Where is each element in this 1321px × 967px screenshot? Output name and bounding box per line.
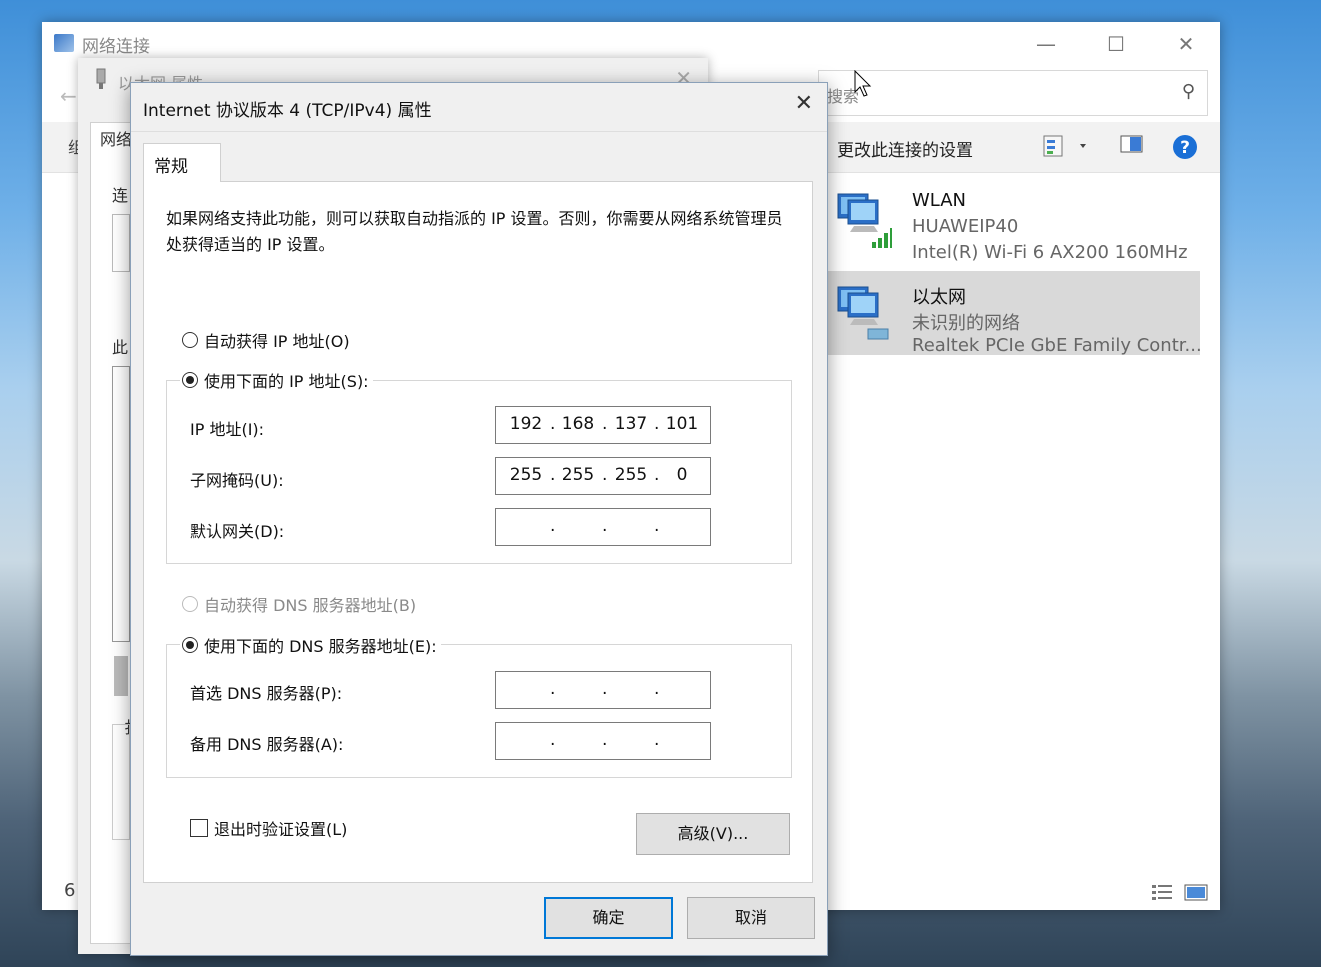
cancel-button[interactable]: 取消 [687, 897, 815, 939]
title-divider [131, 131, 827, 132]
minimize-icon[interactable]: — [1026, 30, 1066, 58]
items-label-fragment: 此 [112, 338, 129, 357]
dns-manual-radio[interactable]: 使用下面的 DNS 服务器地址(E): [180, 633, 441, 657]
checkbox-box [190, 819, 208, 837]
ok-button[interactable]: 确定 [544, 897, 673, 939]
advanced-button[interactable]: 高级(V)... [636, 813, 790, 855]
connection-adapter: Intel(R) Wi-Fi 6 AX200 160MHz [912, 242, 1188, 263]
dns-auto-radio[interactable]: 自动获得 DNS 服务器地址(B) [182, 592, 416, 616]
ip-address-input[interactable]: 192 . 168 . 137 . 101 [495, 406, 711, 444]
ip-auto-radio[interactable]: 自动获得 IP 地址(O) [182, 328, 350, 352]
large-icons-view-icon[interactable] [1184, 882, 1208, 902]
connection-network: HUAWEIP40 [912, 216, 1019, 237]
radio-label: 使用下面的 DNS 服务器地址(E): [204, 637, 437, 656]
alternate-dns-label: 备用 DNS 服务器(A): [190, 735, 344, 754]
radio-dot [182, 596, 198, 612]
validate-on-exit-checkbox[interactable]: 退出时验证设置(L) [190, 816, 347, 840]
radio-dot-selected [182, 637, 198, 653]
subnet-octet-1: 255 [509, 465, 543, 485]
subnet-octet-4: 0 [676, 465, 688, 485]
back-arrow-icon[interactable]: ← [60, 84, 77, 108]
preferred-dns-label: 首选 DNS 服务器(P): [190, 684, 343, 703]
items-list[interactable] [112, 366, 130, 642]
svg-text:?: ? [1180, 138, 1190, 158]
item-count-fragment: 6 [64, 880, 76, 901]
connect-using-fragment: 连 [112, 186, 129, 205]
subnet-octet-3: 255 [614, 465, 648, 485]
radio-label: 自动获得 DNS 服务器地址(B) [204, 596, 417, 615]
view-options-icon[interactable] [1042, 134, 1090, 160]
tab-network-fragment[interactable]: 网络 [100, 126, 132, 150]
radio-label: 使用下面的 IP 地址(S): [204, 372, 369, 391]
help-icon[interactable]: ? [1172, 134, 1198, 160]
radio-label: 自动获得 IP 地址(O) [204, 332, 350, 351]
ip-octet-4: 101 [665, 414, 699, 434]
alternate-dns-input[interactable]: ... [495, 722, 711, 760]
search-icon: ⚲ [1181, 81, 1195, 102]
checkbox-label: 退出时验证设置(L) [214, 820, 348, 839]
connection-network: 未识别的网络 [912, 313, 1020, 334]
default-gateway-label: 默认网关(D): [190, 522, 285, 541]
description-box [112, 724, 130, 840]
dialog-title: Internet 协议版本 4 (TCP/IPv4) 属性 [143, 101, 432, 121]
preview-pane-icon[interactable] [1120, 134, 1144, 156]
tab-general[interactable]: 常规 [143, 143, 221, 182]
ethernet-network-icon [837, 286, 889, 340]
radio-dot-selected [182, 372, 198, 388]
subnet-octet-2: 255 [561, 465, 595, 485]
subnet-mask-input[interactable]: 255 . 255 . 255 . 0 [495, 457, 711, 495]
details-view-icon[interactable] [1150, 882, 1174, 902]
default-gateway-input[interactable]: ... [495, 508, 711, 546]
change-settings-button[interactable]: 更改此连接的设置 [837, 136, 973, 161]
wireless-network-icon [837, 193, 892, 248]
install-button-fragment[interactable] [114, 656, 128, 696]
close-icon[interactable]: ✕ [795, 91, 813, 116]
radio-dot [182, 332, 198, 348]
maximize-icon[interactable]: ☐ [1096, 30, 1136, 58]
search-input[interactable]: 搜索 ⚲ [818, 70, 1208, 116]
ip-manual-radio[interactable]: 使用下面的 IP 地址(S): [180, 368, 373, 392]
ethernet-adapter-icon [96, 68, 106, 89]
general-panel: 如果网络支持此功能，则可以获取自动指派的 IP 设置。否则，你需要从网络系统管理… [143, 181, 813, 883]
preferred-dns-input[interactable]: ... [495, 671, 711, 709]
close-icon[interactable]: ✕ [1166, 30, 1206, 58]
connection-name: WLAN [912, 190, 967, 211]
tab-label: 常规 [154, 157, 188, 177]
subnet-mask-label: 子网掩码(U): [190, 471, 284, 490]
connection-wlan[interactable]: WLAN HUAWEIP40 Intel(R) Wi-Fi 6 AX200 16… [828, 178, 1200, 263]
window-title: 网络连接 [82, 37, 150, 57]
ip-octet-3: 137 [614, 414, 648, 434]
adapter-box [112, 214, 130, 272]
ip-address-label: IP 地址(I): [190, 420, 265, 439]
ip-octet-2: 168 [561, 414, 595, 434]
mouse-cursor-icon [854, 70, 872, 97]
description-text: 如果网络支持此功能，则可以获取自动指派的 IP 设置。否则，你需要从网络系统管理… [166, 209, 783, 254]
ip-octet-1: 192 [509, 414, 543, 434]
ipv4-properties-dialog: Internet 协议版本 4 (TCP/IPv4) 属性 ✕ 常规 如果网络支… [130, 82, 828, 956]
network-app-icon [54, 34, 74, 52]
connection-name: 以太网 [912, 287, 966, 308]
connection-ethernet[interactable]: 以太网 未识别的网络 Realtek PCIe GbE Family Contr… [828, 271, 1202, 356]
connection-adapter: Realtek PCIe GbE Family Contr... [912, 335, 1202, 356]
